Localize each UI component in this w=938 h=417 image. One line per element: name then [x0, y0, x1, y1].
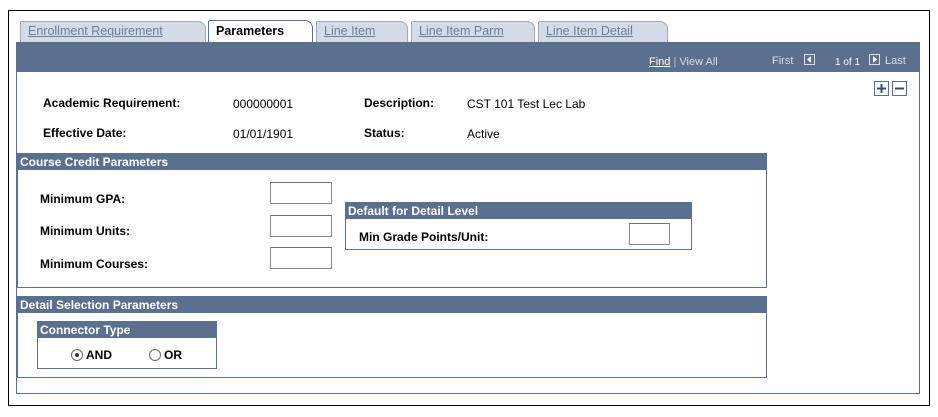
next-arrow-icon[interactable]	[869, 54, 880, 65]
parameters-panel: Find | View All First 1 of 1 Last Academ…	[16, 44, 920, 394]
effective-date-label: Effective Date:	[43, 126, 127, 140]
course-credit-parameters-group: Course Credit Parameters Minimum GPA: Mi…	[17, 153, 767, 288]
status-value: Active	[467, 127, 500, 141]
minimum-courses-label: Minimum Courses:	[40, 257, 149, 271]
description-label: Description:	[364, 96, 435, 110]
academic-requirement-value: 000000001	[233, 97, 294, 111]
tab-line-item-detail[interactable]: Line Item Detail	[538, 21, 668, 42]
minimum-gpa-input[interactable]	[270, 182, 332, 204]
previous-arrow-icon[interactable]	[804, 54, 815, 65]
minimum-gpa-label: Minimum GPA:	[40, 192, 126, 206]
effective-date-value: 01/01/1901	[233, 127, 294, 141]
connector-type-group: Connector Type AND OR	[37, 321, 217, 369]
row-count: 1 of 1	[835, 57, 861, 68]
detail-selection-parameters-title: Detail Selection Parameters	[18, 297, 766, 313]
and-radio-label[interactable]: AND	[86, 348, 112, 362]
scroll-navigation-bar: Find | View All First 1 of 1 Last	[17, 45, 919, 72]
course-credit-parameters-title: Course Credit Parameters	[18, 154, 766, 170]
nav-separator: |	[673, 56, 677, 68]
add-row-button[interactable]	[874, 81, 889, 96]
tab-parameters[interactable]: Parameters	[208, 20, 313, 43]
tab-enrollment-requirement[interactable]: Enrollment Requirement	[20, 21, 206, 42]
radio-selected-dot	[75, 353, 79, 357]
min-grade-points-label: Min Grade Points/Unit:	[359, 230, 489, 244]
or-radio-label[interactable]: OR	[164, 348, 182, 362]
detail-selection-parameters-group: Detail Selection Parameters Connector Ty…	[17, 296, 767, 378]
plus-icon	[877, 84, 886, 93]
default-detail-level-group: Default for Detail Level Min Grade Point…	[345, 202, 692, 250]
min-grade-points-input[interactable]	[629, 223, 670, 245]
description-value: CST 101 Test Lec Lab	[467, 97, 586, 111]
find-link[interactable]: Find	[649, 56, 670, 68]
find-view-all: Find | View All	[649, 56, 718, 68]
academic-requirement-label: Academic Requirement:	[43, 96, 181, 110]
first-label[interactable]: First	[772, 55, 793, 67]
tab-line-item[interactable]: Line Item	[316, 21, 408, 42]
minus-icon	[895, 87, 904, 90]
default-detail-level-title: Default for Detail Level	[346, 203, 691, 219]
last-label[interactable]: Last	[885, 55, 906, 67]
view-all-link[interactable]: View All	[679, 56, 717, 68]
or-radio[interactable]	[149, 349, 161, 361]
tab-line-item-parm[interactable]: Line Item Parm	[411, 21, 535, 42]
minimum-courses-input[interactable]	[270, 247, 332, 269]
and-radio[interactable]	[71, 349, 83, 361]
connector-type-title: Connector Type	[38, 322, 216, 338]
minimum-units-label: Minimum Units:	[40, 224, 130, 238]
minimum-units-input[interactable]	[270, 215, 332, 237]
delete-row-button[interactable]	[892, 81, 907, 96]
status-label: Status:	[364, 126, 405, 140]
